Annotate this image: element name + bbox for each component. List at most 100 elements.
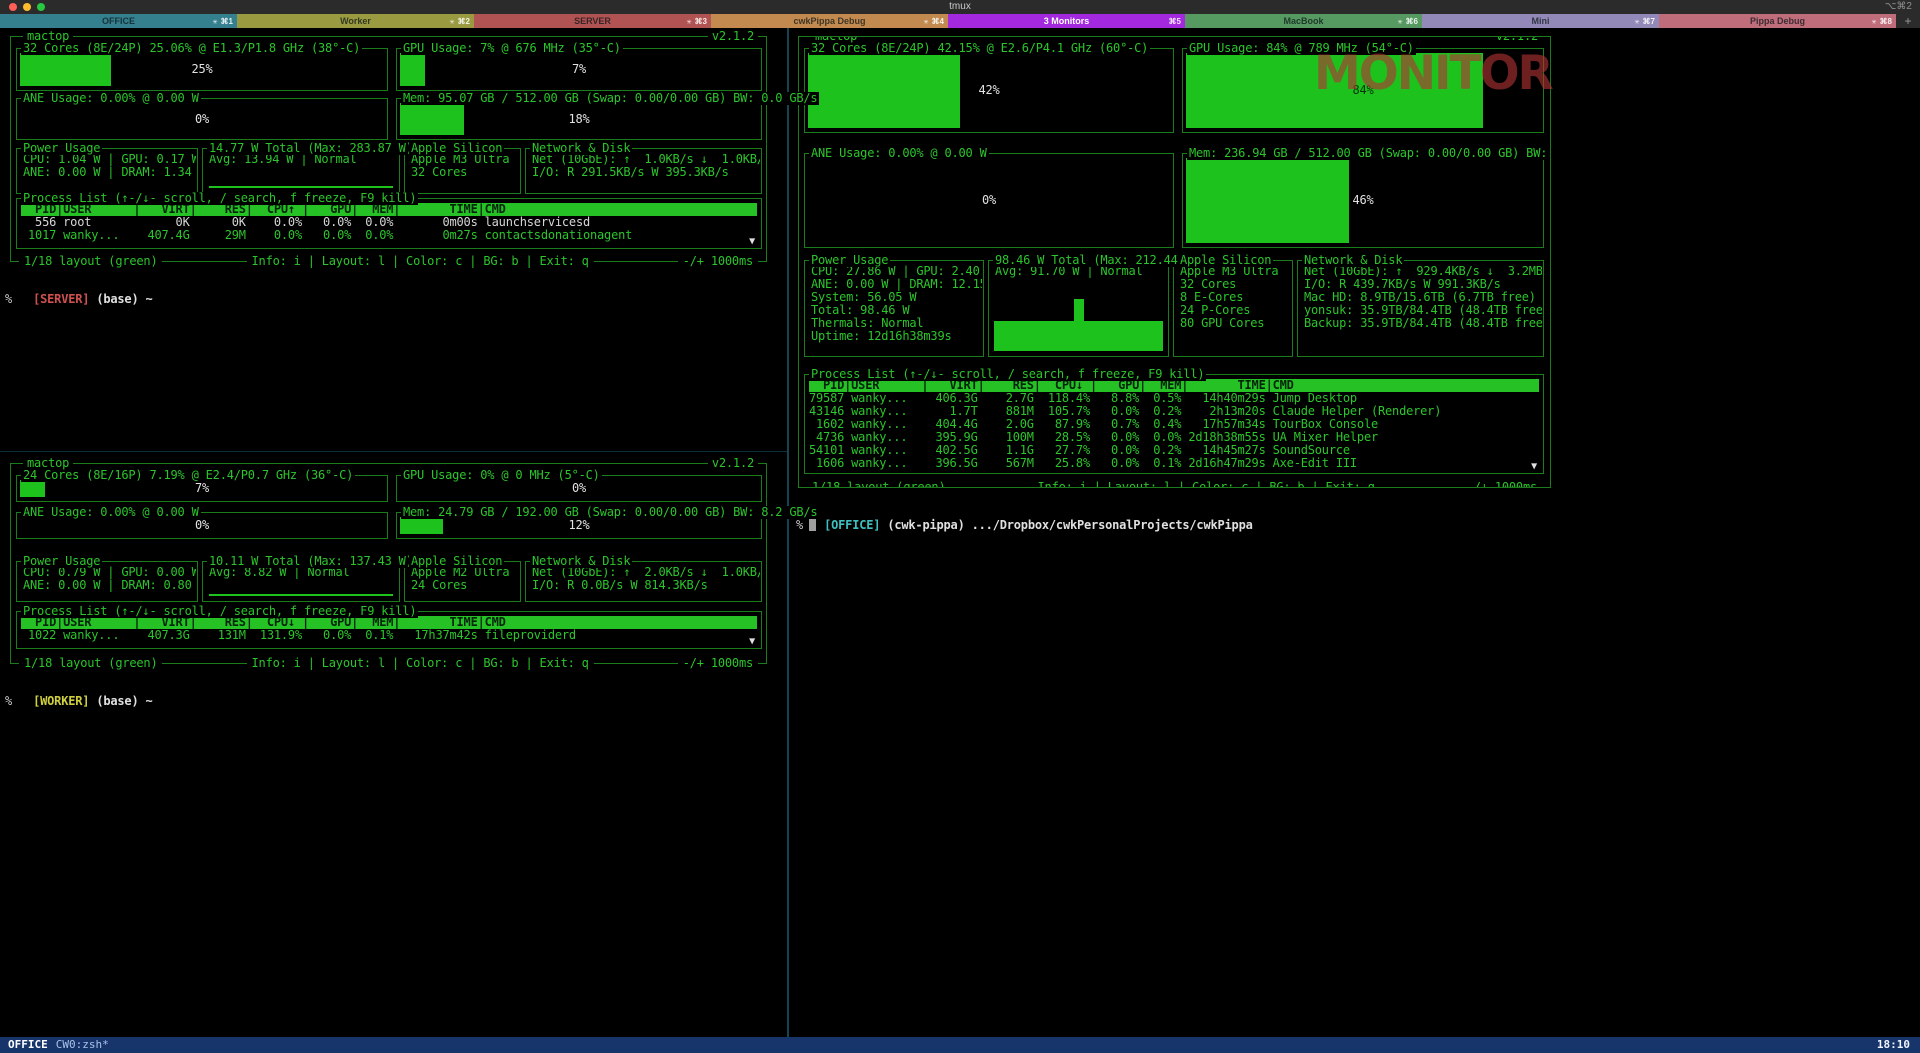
silicon-line: 24 P-Cores bbox=[1180, 304, 1291, 317]
tab-label: Mini bbox=[1532, 14, 1550, 28]
process-row: 1606 wanky... 396.5G 567M 25.8% 0.0% 0.1… bbox=[809, 457, 1539, 470]
tab-worker[interactable]: Worker ✳⌘2 bbox=[237, 14, 474, 28]
power-usage-box: Power Usage CPU: 27.86 W | GPU: 2.40 W A… bbox=[804, 260, 984, 357]
power-line: ANE: 0.00 W | DRAM: 1.34 W bbox=[23, 166, 196, 179]
tab-macbook[interactable]: MacBook ✳⌘6 bbox=[1185, 14, 1422, 28]
footer-layout: 1/18 layout (green) bbox=[807, 481, 950, 488]
power-line: ANE: 0.00 W | DRAM: 0.80 W bbox=[23, 579, 196, 592]
process-row: 43146 wanky... 1.7T 881M 105.7% 0.0% 0.2… bbox=[809, 405, 1539, 418]
process-row: 556 root 0K 0K 0.0% 0.0% 0.0% 0m00s laun… bbox=[21, 216, 757, 229]
apple-silicon-box: Apple Silicon Apple M2 Ultra 24 Cores bbox=[404, 561, 521, 602]
process-list-box[interactable]: Process List (↑-/↓- scroll, / search, f … bbox=[16, 198, 762, 249]
cpu-usage-percent: 7% bbox=[20, 480, 384, 497]
prompt-path: (base) ~ bbox=[89, 292, 152, 306]
prompt-host-tag: [OFFICE] bbox=[824, 518, 880, 532]
tab-label: SERVER bbox=[574, 14, 611, 28]
process-row: 1017 wanky... 407.4G 29M 0.0% 0.0% 0.0% … bbox=[21, 229, 757, 242]
tab-shortcut: ⌘3 bbox=[695, 17, 707, 26]
status-clock: 18:10 bbox=[1877, 1037, 1920, 1053]
footer-interval: -/+ 1000ms bbox=[678, 657, 758, 670]
footer-layout: 1/18 layout (green) bbox=[19, 657, 162, 670]
tmux-pane-divider-vertical[interactable] bbox=[787, 28, 789, 1037]
activity-spinner-icon: ✳ bbox=[1398, 17, 1403, 26]
tab-shortcut: ⌘4 bbox=[932, 17, 944, 26]
tab-pippa-debug[interactable]: Pippa Debug ✳⌘8 bbox=[1659, 14, 1896, 28]
memory-usage-title: Mem: 95.07 GB / 512.00 GB (Swap: 0.00/0.… bbox=[401, 92, 819, 105]
cpu-usage-percent: 25% bbox=[20, 53, 384, 86]
cpu-usage-box: 32 Cores (8E/24P) 25.06% @ E1.3/P1.8 GHz… bbox=[16, 48, 388, 91]
gpu-usage-title: GPU Usage: 0% @ 0 MHz (5°-C) bbox=[401, 469, 602, 482]
shell-prompt-worker: [WORKER] (base) ~ bbox=[5, 682, 153, 721]
memory-usage-box: Mem: 236.94 GB / 512.00 GB (Swap: 0.00/0… bbox=[1182, 153, 1544, 248]
power-line: System: 56.05 W bbox=[811, 291, 982, 304]
activity-spinner-icon: ✳ bbox=[687, 17, 692, 26]
process-list-title: Process List (↑-/↓- scroll, / search, f … bbox=[21, 605, 418, 618]
ane-usage-percent: 0% bbox=[805, 154, 1173, 247]
power-usage-box: Power Usage CPU: 0.79 W | GPU: 0.00 W AN… bbox=[16, 561, 198, 602]
gpu-usage-percent: 84% bbox=[1186, 53, 1540, 128]
new-tab-button[interactable]: + bbox=[1896, 14, 1920, 28]
mactop-pane-office[interactable]: mactop v2.1.2 32 Cores (8E/24P) 42.15% @… bbox=[798, 36, 1551, 488]
tab-shortcut: ⌘7 bbox=[1643, 17, 1655, 26]
activity-spinner-icon: ✳ bbox=[450, 17, 455, 26]
ane-usage-box: ANE Usage: 0.00% @ 0.00 W 0% bbox=[804, 153, 1174, 248]
power-history-spike bbox=[1074, 299, 1084, 321]
process-list-title: Process List (↑-/↓- scroll, / search, f … bbox=[809, 368, 1206, 381]
app-version: v2.1.2 bbox=[708, 457, 758, 470]
cpu-usage-title: 32 Cores (8E/24P) 25.06% @ E1.3/P1.8 GHz… bbox=[21, 42, 362, 55]
tmux-pane-divider-horizontal[interactable] bbox=[0, 451, 787, 452]
power-usage-title: Power Usage bbox=[21, 142, 102, 155]
net-line: I/O: R 439.7KB/s W 991.3KB/s bbox=[1304, 278, 1542, 291]
tab-mini[interactable]: Mini ✳⌘7 bbox=[1422, 14, 1659, 28]
scroll-more-icon[interactable]: ▼ bbox=[749, 637, 755, 647]
power-line: Total: 98.46 W bbox=[811, 304, 982, 317]
tab-office[interactable]: OFFICE ✳⌘1 bbox=[0, 14, 237, 28]
process-list-box[interactable]: Process List (↑-/↓- scroll, / search, f … bbox=[804, 374, 1544, 474]
network-disk-title: Network & Disk bbox=[530, 142, 632, 155]
tab-3-monitors[interactable]: 3 Monitors ⌘5 bbox=[948, 14, 1185, 28]
ane-usage-title: ANE Usage: 0.00% @ 0.00 W bbox=[21, 506, 201, 519]
apple-silicon-title: Apple Silicon bbox=[409, 142, 504, 155]
process-list-box[interactable]: Process List (↑-/↓- scroll, / search, f … bbox=[16, 611, 762, 649]
shell-prompt-office: [OFFICE] (cwk-pippa) .../Dropbox/cwkPers… bbox=[796, 506, 1253, 545]
scroll-more-icon[interactable]: ▼ bbox=[749, 237, 755, 247]
power-usage-title: Power Usage bbox=[809, 254, 890, 267]
scroll-more-icon[interactable]: ▼ bbox=[1531, 462, 1537, 472]
terminal-cursor bbox=[809, 519, 816, 531]
gpu-usage-title: GPU Usage: 7% @ 676 MHz (35°-C) bbox=[401, 42, 623, 55]
tab-server[interactable]: SERVER ✳⌘3 bbox=[474, 14, 711, 28]
net-line: yonsuk: 35.9TB/84.4TB (48.4TB free) bbox=[1304, 304, 1542, 317]
status-window-name[interactable]: CW0:zsh* bbox=[56, 1037, 109, 1053]
tab-cwkpippa-debug[interactable]: cwkPippa Debug ✳⌘4 bbox=[711, 14, 948, 28]
power-history-chart bbox=[994, 321, 1163, 351]
gpu-usage-box: GPU Usage: 0% @ 0 MHz (5°-C) 0% bbox=[396, 475, 762, 502]
gpu-usage-percent: 0% bbox=[400, 480, 758, 497]
footer-keys: Info: i | Layout: l | Color: c | BG: b |… bbox=[247, 657, 594, 670]
gpu-usage-box: GPU Usage: 7% @ 676 MHz (35°-C) 7% bbox=[396, 48, 762, 91]
footer-interval: -/+ 1000ms bbox=[678, 255, 758, 268]
apple-silicon-title: Apple Silicon bbox=[409, 555, 504, 568]
apple-silicon-title: Apple Silicon bbox=[1178, 254, 1273, 267]
memory-usage-percent: 12% bbox=[400, 517, 758, 534]
prompt-host-tag: [WORKER] bbox=[33, 694, 89, 708]
mactop-pane-worker[interactable]: mactop v2.1.2 24 Cores (8E/16P) 7.19% @ … bbox=[10, 463, 767, 664]
tab-bar: OFFICE ✳⌘1 Worker ✳⌘2 SERVER ✳⌘3 cwkPipp… bbox=[0, 14, 1920, 28]
cpu-usage-title: 24 Cores (8E/16P) 7.19% @ E2.4/P0.7 GHz … bbox=[21, 469, 355, 482]
window-title: tmux bbox=[0, 0, 1920, 14]
app-version: v2.1.2 bbox=[708, 30, 758, 43]
process-row: 79587 wanky... 406.3G 2.7G 118.4% 8.8% 0… bbox=[809, 392, 1539, 405]
tab-label: OFFICE bbox=[102, 14, 135, 28]
silicon-line: 8 E-Cores bbox=[1180, 291, 1291, 304]
power-total-title: 14.77 W Total (Max: 283.87 W) bbox=[207, 142, 415, 155]
footer-layout: 1/18 layout (green) bbox=[19, 255, 162, 268]
silicon-line: 32 Cores bbox=[411, 166, 519, 179]
mactop-pane-server[interactable]: mactop v2.1.2 32 Cores (8E/24P) 25.06% @… bbox=[10, 36, 767, 262]
prompt-percent-server: % bbox=[5, 293, 12, 306]
power-history-chart bbox=[209, 594, 393, 596]
ane-usage-title: ANE Usage: 0.00% @ 0.00 W bbox=[809, 147, 989, 160]
gpu-usage-box: GPU Usage: 84% @ 789 MHz (54°-C) 84% bbox=[1182, 48, 1544, 133]
status-session-name: OFFICE bbox=[0, 1037, 48, 1053]
process-row: 4736 wanky... 395.9G 100M 28.5% 0.0% 0.0… bbox=[809, 431, 1539, 444]
cpu-usage-percent: 42% bbox=[808, 53, 1170, 128]
network-disk-box: Network & Disk Net (10GbE): ↑ 929.4KB/s … bbox=[1297, 260, 1544, 357]
